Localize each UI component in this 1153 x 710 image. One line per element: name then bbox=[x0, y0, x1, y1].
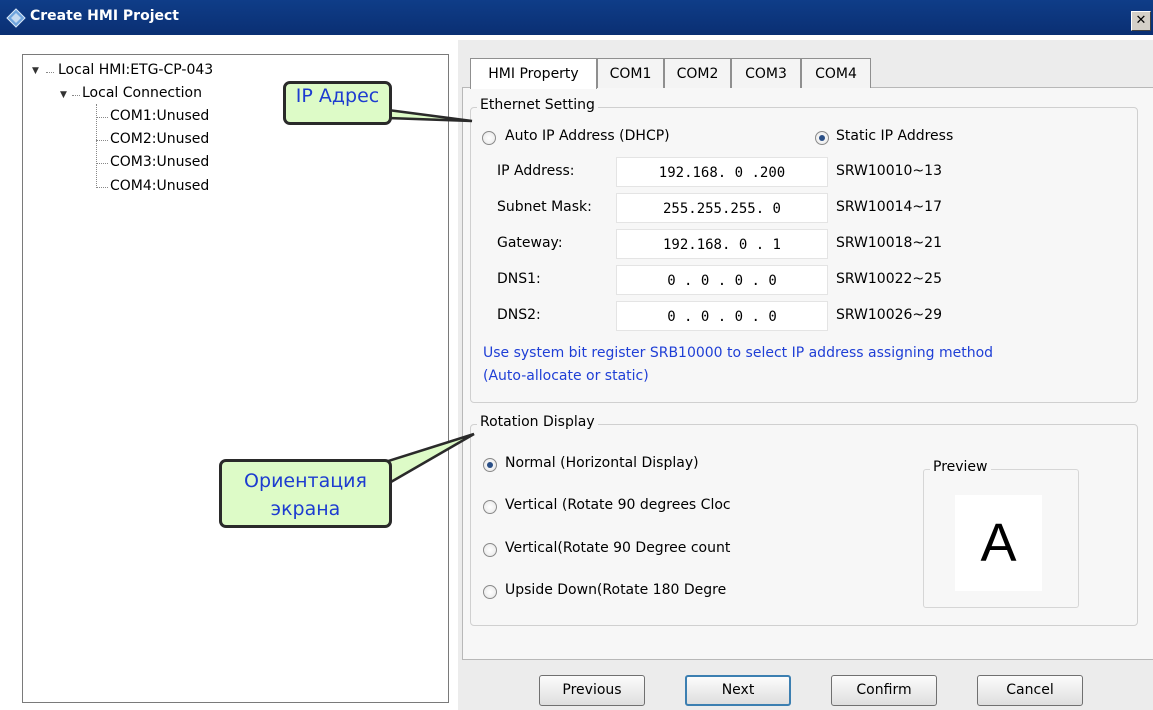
orientation-callout-line1: Ориентация bbox=[244, 470, 367, 492]
orientation-callout-line2: экрана bbox=[270, 498, 341, 520]
tab-hmi-property[interactable]: HMI Property bbox=[470, 58, 597, 89]
ip-address-callout-text: IP Адрес bbox=[295, 85, 380, 107]
ip-address-callout: IP Адрес bbox=[283, 81, 392, 125]
ip-callout-pointer bbox=[386, 108, 473, 123]
orientation-callout: Ориентация экрана bbox=[219, 459, 392, 528]
callout-pointers bbox=[357, 108, 475, 488]
